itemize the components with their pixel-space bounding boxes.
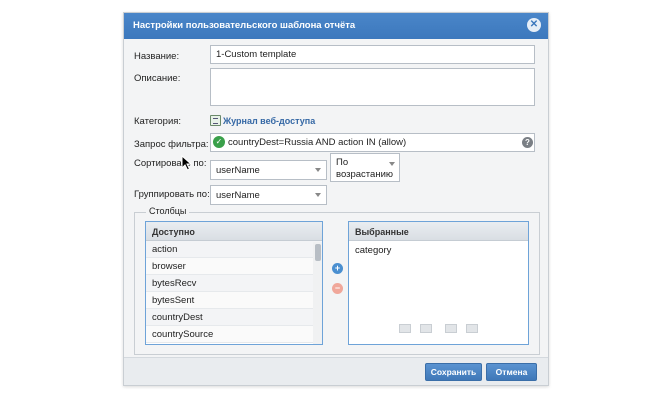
list-item[interactable]: bytesRecv [146,275,322,292]
filter-query-text: countryDest=Russia AND action IN (allow) [228,137,407,148]
description-field[interactable] [210,68,535,106]
plus-icon[interactable]: + [332,263,343,274]
sort-field-select[interactable]: userName [210,160,327,180]
description-label: Описание: [134,73,181,84]
category-label: Категория: [134,116,182,127]
close-icon[interactable]: ✕ [527,18,541,32]
mouse-cursor-icon [181,155,193,171]
list-item[interactable]: countryDest [146,309,322,326]
name-field[interactable]: 1-Custom template [210,45,535,64]
list-item[interactable]: category [349,241,528,258]
list-item[interactable]: browser [146,258,322,275]
list-item[interactable]: countrySource [146,326,322,343]
selected-columns-header: Выбранные [349,222,528,241]
filter-label: Запрос фильтра: [134,139,209,150]
save-button[interactable]: Сохранить [425,363,482,381]
chevron-down-icon [315,168,321,172]
list-item[interactable]: bytesSent [146,292,322,309]
check-icon: ✓ [213,136,225,148]
available-columns-panel: Доступно action browser bytesRecv bytesS… [145,221,323,345]
sort-label: Сортировать по: [134,158,207,169]
name-label: Название: [134,51,180,62]
filter-query-input[interactable]: countryDest=Russia AND action IN (allow) [210,133,535,152]
columns-fieldset: Столбцы Доступно action browser bytesRec… [134,206,540,355]
available-columns-header: Доступно [146,222,322,241]
dialog-titlebar: Настройки пользовательского шаблона отчё… [124,13,548,39]
columns-legend: Столбцы [146,206,190,216]
chevron-down-icon [389,162,395,166]
selected-columns-panel: Выбранные category [348,221,529,345]
minus-icon[interactable]: − [332,283,343,294]
dialog-title: Настройки пользовательского шаблона отчё… [133,20,356,31]
chevron-down-icon [315,193,321,197]
move-down-icon[interactable] [445,324,457,333]
cancel-button[interactable]: Отмена [486,363,537,381]
scrollbar-thumb[interactable] [315,244,321,261]
list-item[interactable]: action [146,241,322,258]
move-bottom-icon[interactable] [466,324,478,333]
group-label: Группировать по: [134,189,210,200]
sort-order-select[interactable]: По возрастанию [330,153,400,182]
dialog-footer: Сохранить Отмена [124,357,548,385]
help-icon[interactable]: ? [522,137,533,148]
report-template-dialog: Настройки пользовательского шаблона отчё… [123,12,549,386]
category-link[interactable]: Журнал веб-доступа [223,116,315,126]
group-field-select[interactable]: userName [210,185,327,205]
move-top-icon[interactable] [399,324,411,333]
journal-icon [210,115,221,126]
move-up-icon[interactable] [420,324,432,333]
